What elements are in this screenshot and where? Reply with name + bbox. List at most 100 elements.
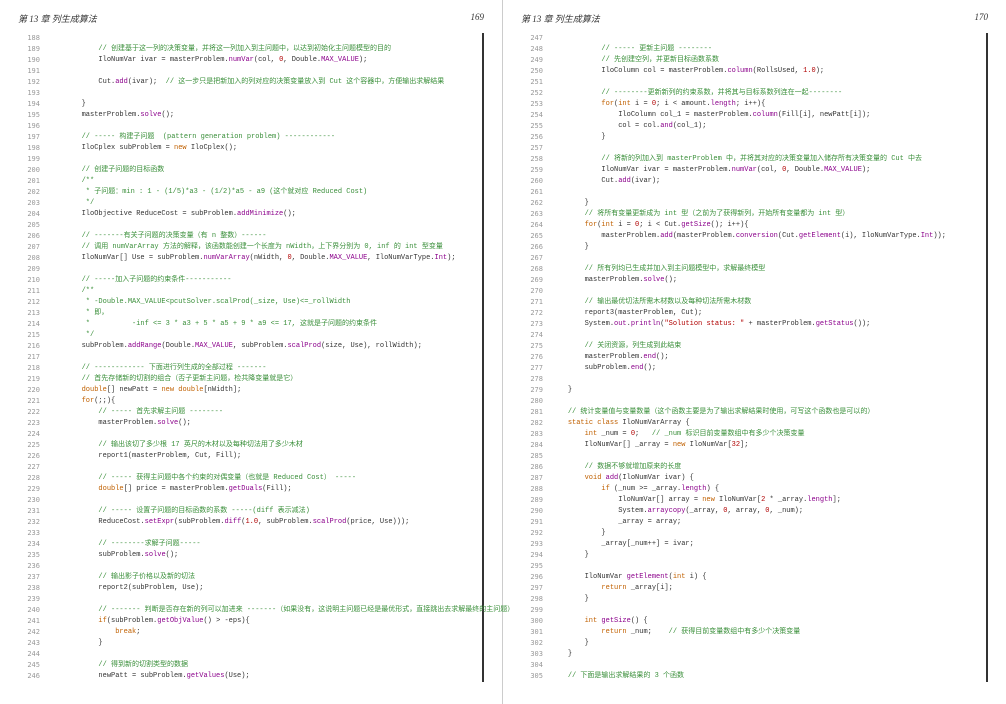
code-content: static class IloNumVarArray { — [551, 418, 690, 429]
code-line: 223 masterProblem.solve(); — [18, 418, 478, 429]
code-line: 197 // ----- 构建子问题 (pattern generation p… — [18, 132, 478, 143]
line-number: 193 — [18, 88, 48, 99]
code-content: // 先创建空列，并更新目标函数系数 — [551, 55, 719, 66]
line-number: 261 — [521, 187, 551, 198]
line-number: 212 — [18, 297, 48, 308]
code-content: // 所有列均已生成并加入到主问题模型中，求解最终模型 — [551, 264, 765, 275]
code-line: 271 // 输出最优切法所需木材数以及每种切法所需木材数 — [521, 297, 982, 308]
code-content: int getSize() { — [551, 616, 648, 627]
code-content: } — [551, 638, 589, 649]
line-number: 197 — [18, 132, 48, 143]
code-line: 268 // 所有列均已生成并加入到主问题模型中，求解最终模型 — [521, 264, 982, 275]
line-number: 219 — [18, 374, 48, 385]
code-content: // -------有关子问题的决策变量（有 n 整数）------ — [48, 231, 266, 242]
code-content: masterProblem.solve(); — [551, 275, 677, 286]
code-line: 233 — [18, 528, 478, 539]
code-line: 257 — [521, 143, 982, 154]
line-number: 206 — [18, 231, 48, 242]
line-number: 238 — [18, 583, 48, 594]
code-line: 294 } — [521, 550, 982, 561]
code-line: 195 masterProblem.solve(); — [18, 110, 478, 121]
code-content: // ------------ 下面进行列生成的全部过程 ------- — [48, 363, 266, 374]
line-number: 289 — [521, 495, 551, 506]
code-content: // 将新的列加入到 masterProblem 中，并将其对应的决策变量加入储… — [551, 154, 922, 165]
line-number: 220 — [18, 385, 48, 396]
code-content: col = col.and(col_1); — [551, 121, 706, 132]
line-number: 199 — [18, 154, 48, 165]
code-line: 194 } — [18, 99, 478, 110]
code-line: 302 } — [521, 638, 982, 649]
line-number: 288 — [521, 484, 551, 495]
code-line: 234 // --------求解子问题----- — [18, 539, 478, 550]
code-content: } — [48, 638, 103, 649]
line-number: 283 — [521, 429, 551, 440]
line-number: 227 — [18, 462, 48, 473]
line-number: 248 — [521, 44, 551, 55]
code-content: subProblem.addRange(Double.MAX_VALUE, su… — [48, 341, 422, 352]
code-line: 251 — [521, 77, 982, 88]
line-number: 257 — [521, 143, 551, 154]
line-number: 297 — [521, 583, 551, 594]
line-number: 269 — [521, 275, 551, 286]
code-line: 289 IloNumVar[] array = new IloNumVar[2 … — [521, 495, 982, 506]
code-line: 244 — [18, 649, 478, 660]
code-line: 266 } — [521, 242, 982, 253]
code-content: // 将所有变量更新成为 int 型（之前为了获得新列，开始所有变量都为 int… — [551, 209, 849, 220]
line-number: 294 — [521, 550, 551, 561]
code-line: 274 — [521, 330, 982, 341]
code-line: 188 — [18, 33, 478, 44]
line-number: 194 — [18, 99, 48, 110]
code-line: 215 */ — [18, 330, 478, 341]
line-number: 255 — [521, 121, 551, 132]
code-content: // -----加入子问题的约束条件----------- — [48, 275, 231, 286]
line-number: 228 — [18, 473, 48, 484]
code-content: newPatt = subProblem.getValues(Use); — [48, 671, 250, 682]
code-content: } — [551, 649, 572, 660]
code-content: } — [551, 132, 606, 143]
line-number: 211 — [18, 286, 48, 297]
line-number: 296 — [521, 572, 551, 583]
code-line: 279 } — [521, 385, 982, 396]
code-content: masterProblem.add(masterProblem.conversi… — [551, 231, 946, 242]
code-line: 191 — [18, 66, 478, 77]
line-number: 203 — [18, 198, 48, 209]
code-line: 269 masterProblem.solve(); — [521, 275, 982, 286]
line-number: 225 — [18, 440, 48, 451]
line-number: 218 — [18, 363, 48, 374]
code-line: 275 // 关闭资源，列生成到此结束 — [521, 341, 982, 352]
code-content: subProblem.end(); — [551, 363, 656, 374]
line-number: 270 — [521, 286, 551, 297]
code-line: 256 } — [521, 132, 982, 143]
code-line: 270 — [521, 286, 982, 297]
line-number: 246 — [18, 671, 48, 682]
line-number: 251 — [521, 77, 551, 88]
line-number: 226 — [18, 451, 48, 462]
code-line: 264 for(int i = 0; i < Cut.getSize(); i+… — [521, 220, 982, 231]
code-body-right: 247248 // ----- 更新主问题 --------249 // 先创建… — [521, 33, 988, 682]
line-number: 209 — [18, 264, 48, 275]
line-number: 273 — [521, 319, 551, 330]
line-number: 198 — [18, 143, 48, 154]
code-content: if (_num >= _array.length) { — [551, 484, 719, 495]
code-content: IloColumn col_1 = masterProblem.column(F… — [551, 110, 870, 121]
line-number: 277 — [521, 363, 551, 374]
code-line: 226 report1(masterProblem, Cut, Fill); — [18, 451, 478, 462]
line-number: 295 — [521, 561, 551, 572]
line-number: 278 — [521, 374, 551, 385]
code-content: _array[_num++] = ivar; — [551, 539, 694, 550]
code-line: 287 void add(IloNumVar ivar) { — [521, 473, 982, 484]
code-content: } — [551, 594, 589, 605]
line-number: 264 — [521, 220, 551, 231]
code-content: // --------更新新列的约束系数，并将其与目标系数列连在一起------… — [551, 88, 842, 99]
code-line: 193 — [18, 88, 478, 99]
page-right: 第 13 章 列生成算法 170 247248 // ----- 更新主问题 -… — [503, 0, 1006, 704]
code-content: System.out.println("Solution status: " +… — [551, 319, 870, 330]
code-line: 298 } — [521, 594, 982, 605]
code-content: */ — [48, 198, 94, 209]
code-line: 254 IloColumn col_1 = masterProblem.colu… — [521, 110, 982, 121]
line-number: 285 — [521, 451, 551, 462]
line-number: 234 — [18, 539, 48, 550]
line-number: 292 — [521, 528, 551, 539]
line-number: 291 — [521, 517, 551, 528]
code-content: if(subProblem.getObjValue() > -eps){ — [48, 616, 250, 627]
